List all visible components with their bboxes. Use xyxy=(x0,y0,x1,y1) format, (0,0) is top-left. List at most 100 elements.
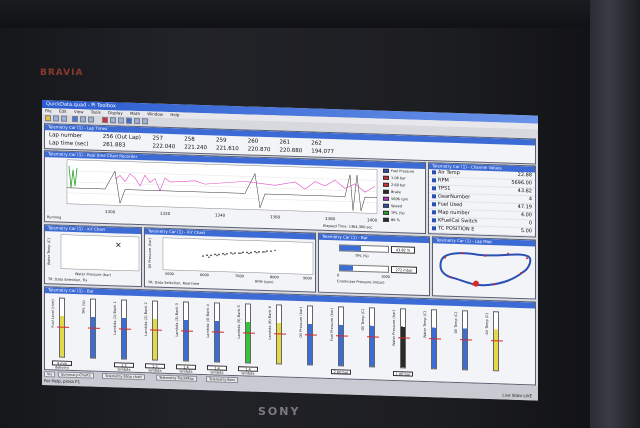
lap-number-cell: 259 xyxy=(216,137,227,144)
menu-edit[interactable]: Edit xyxy=(59,109,67,114)
channel-bullet-icon xyxy=(432,169,436,174)
status-help: For Help, press F1 xyxy=(44,378,81,385)
settings-icon[interactable] xyxy=(142,118,148,125)
marker-icon[interactable] xyxy=(110,117,116,124)
channel-bullet-icon xyxy=(432,177,436,182)
gauge-label: Lambda (2) Bank 2 xyxy=(144,302,148,336)
x-tick: 1360 xyxy=(270,214,281,219)
channel-bullet-icon xyxy=(432,185,436,190)
cursor-cross-icon: × xyxy=(115,240,122,249)
menu-tools[interactable]: Tools xyxy=(91,110,101,115)
strip-chart-plot[interactable]: 1300 1320 1340 1360 1380 1400 xyxy=(45,157,380,226)
channel-value: 0 xyxy=(528,220,532,227)
channel-label: Map number xyxy=(438,209,470,217)
channel-label: KFuelCal Switch xyxy=(438,217,478,225)
tab-bars[interactable]: Telemetry-Bars xyxy=(206,376,239,384)
gauge-needle xyxy=(460,339,472,341)
tab-strip-chart[interactable]: Telemetry-Strip chart xyxy=(102,372,145,381)
channel-value: 47.19 xyxy=(517,203,532,211)
channel-value: 43.82 xyxy=(517,187,532,195)
monitor-screen: QuickData.quad - Pi Toolbox File Edit Vi… xyxy=(42,100,538,401)
channel-bullet-icon xyxy=(432,217,436,222)
x-axis-label: RPM (rpm) xyxy=(255,280,274,285)
gauge-label: Air Temp (C) xyxy=(485,312,489,335)
open-icon[interactable] xyxy=(45,115,51,122)
x-tick: 7000 xyxy=(235,274,244,278)
tv-brand-logo: BRAVIA xyxy=(40,68,84,78)
gauge-label: Water Temp (C) xyxy=(423,310,427,339)
menu-window[interactable]: Window xyxy=(147,111,163,116)
bars-panel: Telemetry Car (1) - Bar 43.82 % TPS (%) … xyxy=(318,232,430,297)
legend-label: Speed xyxy=(391,203,402,209)
status-live: Live Stats LIVE xyxy=(502,392,532,399)
tps-label: TPS (%) xyxy=(355,253,369,259)
gauge-value: 1.4 lambda xyxy=(176,364,196,374)
channel-label: GearNumber xyxy=(438,193,471,201)
cursor-icon[interactable] xyxy=(118,117,124,124)
channel-value: 5696.00 xyxy=(511,179,532,187)
menu-help[interactable]: Help xyxy=(170,112,179,117)
gauge-label: Oil Pressure (bar) xyxy=(299,307,303,338)
gauge-needle xyxy=(367,336,379,338)
gauge-label: Lambda (4) Bank 4 xyxy=(206,304,210,338)
grid-icon[interactable] xyxy=(134,117,140,125)
lap-time-cell: 221.240 xyxy=(184,144,207,152)
save-icon[interactable] xyxy=(53,115,59,122)
tab-summary-charts[interactable]: Summary-Charts xyxy=(58,371,94,379)
gauge-bar xyxy=(243,303,255,364)
xy-footer: TR: Data Selection, Fix xyxy=(48,277,88,283)
crankcase-value: 272 mbar xyxy=(391,265,417,274)
gauge-label: Oil Temp (C) xyxy=(454,311,458,334)
channel-value: 4 xyxy=(528,196,532,203)
menu-math[interactable]: Math xyxy=(130,111,140,116)
legend-value: 2.60 bar xyxy=(391,182,406,188)
menu-display[interactable]: Display xyxy=(108,110,123,115)
gauge-needle xyxy=(305,334,317,336)
gauge-value: 1.4 lambda xyxy=(238,366,258,376)
gauge-needle xyxy=(88,327,100,329)
legend-swatch xyxy=(383,168,389,173)
track-map[interactable] xyxy=(433,243,536,298)
gauge-bar xyxy=(181,301,193,362)
tab-vis[interactable]: Vis xyxy=(44,371,56,378)
channel-values-panel: Telemetry Car (1) - Channel Values Air T… xyxy=(428,162,536,238)
lap-number-cell: 257 xyxy=(152,135,164,142)
gauge-needle xyxy=(274,333,286,335)
track-map-panel: Telemetry Car (1) - Lap Map xyxy=(432,236,536,300)
strip-status-right: Elapsed Time: 1364.300 sec xyxy=(323,223,373,230)
lap-time-cell: 221.610 xyxy=(216,145,239,153)
stop-icon[interactable] xyxy=(80,116,86,123)
tv-bezel-top xyxy=(0,0,640,30)
strip-legend: Fuel Pressure 1.06 bar 2.60 bar Brake 56… xyxy=(381,168,425,227)
channel-label: Air Temp xyxy=(438,169,460,177)
gauge-value: 1.06 bar xyxy=(393,371,413,377)
menu-file[interactable]: File xyxy=(45,108,52,113)
layout-icon[interactable] xyxy=(126,117,132,124)
print-icon[interactable] xyxy=(61,115,67,122)
gauge-bar xyxy=(491,311,503,372)
tv-maker-logo: SONY xyxy=(258,405,301,418)
x-tick: 6000 xyxy=(200,273,209,277)
lap-time-cell: 261.883 xyxy=(102,141,126,149)
legend-value: 1.06 bar xyxy=(391,175,406,181)
lap-number-cell: 260 xyxy=(247,138,259,145)
zoom-icon[interactable] xyxy=(88,116,94,123)
gauge-needle xyxy=(212,331,224,333)
x-tick: 8000 xyxy=(270,275,279,279)
xy-plot-1[interactable]: Water Temp (C) Water Pressure (bar) × xyxy=(45,231,142,280)
gauge-label: Lambda (3) Bank 3 xyxy=(175,303,179,337)
x-tick: 1340 xyxy=(215,212,226,217)
xy-plot-2[interactable]: Oil Pressure (bar) 5000 6000 7000 8000 9… xyxy=(145,234,316,285)
tps-bar-fill xyxy=(340,245,362,252)
record-icon[interactable] xyxy=(102,116,108,124)
x-axis-label: Water Pressure (bar) xyxy=(75,272,112,277)
x-tick: 9000 xyxy=(303,276,312,280)
tps-value: 43.82 % xyxy=(391,245,415,254)
play-icon[interactable] xyxy=(72,115,78,123)
strip-chart-panel: Telemetry Car (1) - Real time Chart Reco… xyxy=(44,150,426,235)
xy-chart-panel-1: Telemetry Car (1) - X-Y Chart Water Temp… xyxy=(44,224,142,288)
legend-value: 5696 rpm xyxy=(391,196,409,202)
gauge-label: Fuel Pressure (bar) xyxy=(330,308,334,342)
tab-trackmap[interactable]: Telemetry-TrackMap xyxy=(156,374,197,382)
menu-view[interactable]: View xyxy=(74,109,84,114)
